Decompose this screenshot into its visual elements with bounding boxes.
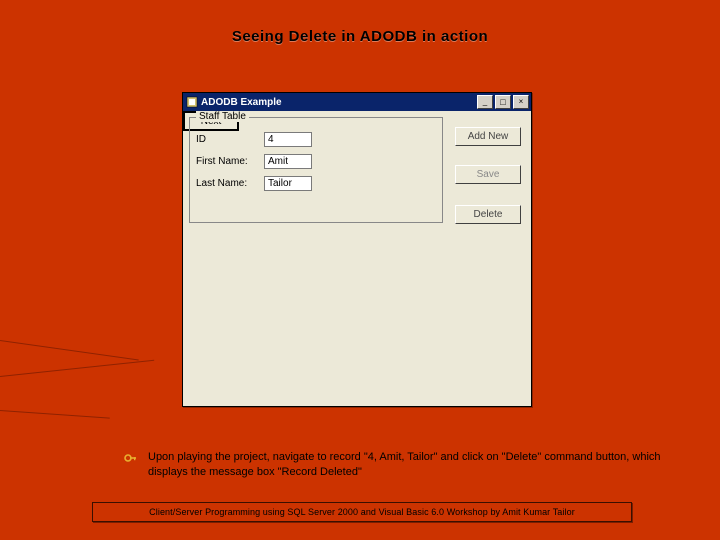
minimize-button[interactable]: _	[477, 95, 493, 109]
firstname-row: First Name:	[196, 154, 312, 169]
bullet-item: Upon playing the project, navigate to re…	[124, 450, 684, 480]
addnew-button[interactable]: Add New	[455, 127, 521, 146]
app-window: ADODB Example _ □ × Staff Table ID First…	[182, 92, 532, 407]
firstname-label: First Name:	[196, 156, 264, 167]
titlebar: ADODB Example _ □ ×	[183, 93, 531, 111]
window-controls: _ □ ×	[477, 95, 529, 109]
firstname-field[interactable]	[264, 154, 312, 169]
window-body: Staff Table ID First Name: Last Name: Ad…	[183, 111, 531, 406]
app-icon	[186, 96, 198, 108]
page-title: Seeing Delete in ADODB in action	[0, 28, 720, 45]
delete-button[interactable]: Delete	[455, 205, 521, 224]
id-row: ID	[196, 132, 312, 147]
id-field[interactable]	[264, 132, 312, 147]
decorative-line	[0, 410, 110, 419]
save-button[interactable]: Save	[455, 165, 521, 184]
id-label: ID	[196, 134, 264, 145]
group-legend: Staff Table	[196, 111, 249, 122]
maximize-button[interactable]: □	[495, 95, 511, 109]
lastname-row: Last Name:	[196, 176, 312, 191]
staff-table-group: Staff Table ID First Name: Last Name:	[189, 117, 443, 223]
close-button[interactable]: ×	[513, 95, 529, 109]
decorative-line	[0, 360, 154, 377]
footer: Client/Server Programming using SQL Serv…	[92, 502, 632, 522]
lastname-field[interactable]	[264, 176, 312, 191]
bullet-text: Upon playing the project, navigate to re…	[148, 450, 684, 480]
lastname-label: Last Name:	[196, 178, 264, 189]
window-title: ADODB Example	[201, 97, 477, 108]
key-icon	[124, 451, 138, 465]
decorative-line	[0, 340, 139, 360]
